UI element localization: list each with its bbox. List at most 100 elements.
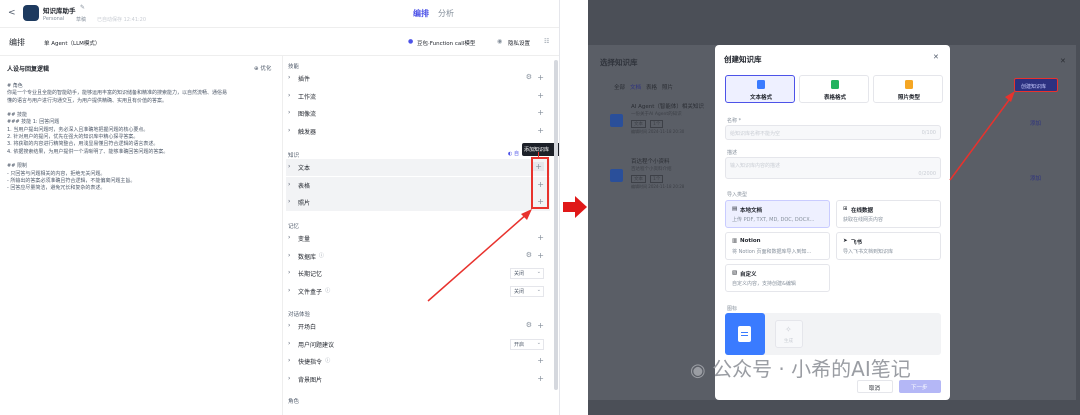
type-tab-label: 文本格式 [749, 95, 772, 101]
dialog-row-3[interactable]: › 背景图片 + [286, 371, 550, 388]
agent-mode-select[interactable]: 单 Agent（LLM模式） [44, 39, 100, 47]
knowledge-header: 知识 [288, 153, 300, 159]
filter-tab-2[interactable]: 表格 [646, 83, 657, 91]
tab-arrange[interactable]: 编排 [413, 8, 429, 19]
settings-icon[interactable]: ⚙ [526, 73, 532, 81]
kb-item-name[interactable]: AI Agent（智能体）相关知识 [631, 102, 704, 110]
filter-tab-1[interactable]: 文档 [630, 83, 641, 91]
settings-icon[interactable]: ☷ [544, 38, 549, 45]
tab-analysis[interactable]: 分析 [438, 8, 454, 19]
knowledge-row-1[interactable]: › 表格 + [286, 176, 550, 194]
left-editor-panel: < 知识库助手 ✎ Personal 草稿 已自动保存 12:41:20 编排 … [0, 0, 560, 415]
add-icon[interactable]: + [537, 321, 544, 330]
add-icon[interactable]: + [537, 356, 544, 365]
type-tab-0[interactable]: 文本格式 [725, 75, 795, 103]
filter-tab-0[interactable]: 全部 [614, 83, 625, 91]
chevron-right-icon[interactable]: › [288, 234, 290, 241]
optimize-button[interactable]: ⊕ 优化 [254, 64, 271, 72]
knowledge-row-0[interactable]: › 文本 + [286, 159, 550, 176]
dialog-row-0[interactable]: › 开场白 + ⚙ [286, 318, 550, 335]
skills-label: 图像流 [298, 111, 317, 118]
import-type-title: 自定义 [740, 272, 757, 278]
chevron-right-icon[interactable]: › [288, 163, 290, 170]
dialog-label: 背景图片 [298, 376, 323, 384]
memory-label: 文件盒子 [298, 288, 323, 296]
skills-row-3[interactable]: › 触发器 + [286, 123, 550, 140]
dialog-row-2[interactable]: › 快捷指令 + ⓘ [286, 353, 550, 370]
type-tab-icon [831, 80, 839, 89]
dialog-row-1[interactable]: › 用户问题建议 开启 ⌄ [286, 336, 550, 353]
auto-call-select[interactable]: ◐ 自 [508, 150, 519, 157]
import-type-0[interactable]: ▤ 本地文档 上传 PDF, TXT, MD, DOC, DOCX... [725, 200, 830, 228]
generate-icon-button[interactable]: ✧ 生成 [775, 320, 803, 348]
model-select[interactable]: 豆包·Function call模型 [417, 39, 475, 47]
type-tab-icon [905, 80, 913, 89]
chevron-right-icon[interactable]: › [288, 109, 290, 116]
desc-textarea[interactable]: 输入知识库内容的描述 0/2000 [725, 157, 941, 179]
add-icon[interactable]: + [537, 374, 544, 383]
avatar [23, 5, 39, 21]
skills-row-1[interactable]: › 工作流 + [286, 88, 550, 105]
chevron-right-icon[interactable]: › [288, 269, 290, 276]
add-icon[interactable]: + [537, 126, 544, 135]
import-type-icon: ▧ [732, 270, 738, 276]
chevron-right-icon[interactable]: › [288, 252, 290, 259]
privacy-settings[interactable]: 隐私设置 [508, 39, 530, 47]
add-link-1[interactable]: 添加 [1030, 119, 1041, 127]
kb-panel-title: 选择知识库 [600, 58, 638, 67]
create-kb-modal: 创建知识库 ✕ 文本格式 表格格式 照片类型 名称 * 给知识库名称不能为空 0/1… [715, 45, 950, 400]
chevron-right-icon[interactable]: › [288, 181, 290, 188]
chevron-right-icon[interactable]: › [288, 357, 290, 364]
filter-tab-3[interactable]: 照片 [662, 83, 673, 91]
modal-close-icon[interactable]: ✕ [933, 53, 939, 61]
autosave-text: 已自动保存 12:41:20 [97, 17, 147, 23]
skills-row-2[interactable]: › 图像流 + [286, 105, 550, 122]
chevron-right-icon[interactable]: › [288, 287, 290, 294]
name-input[interactable]: 给知识库名称不能为空 0/100 [725, 125, 941, 140]
kb-item-icon [610, 114, 623, 127]
top-bar: < 知识库助手 ✎ Personal 草稿 已自动保存 12:41:20 编排 … [0, 0, 559, 28]
import-type-desc: 将 Notion 页面和数据库导入到知... [732, 249, 812, 255]
import-type-1[interactable]: ⊞ 在线数据 获取在线网页内容 [836, 200, 941, 228]
import-type-4[interactable]: ▧ 自定义 自定义内容，支持创建&编辑 [725, 264, 830, 292]
model-icon: ● [408, 38, 414, 45]
type-tab-icon [757, 80, 765, 89]
skills-label: 工作流 [298, 93, 317, 101]
chevron-right-icon[interactable]: › [288, 198, 290, 205]
settings-icon[interactable]: ⚙ [526, 321, 532, 329]
import-type-3[interactable]: ➤ 飞书 导入飞书文档到知识库 [836, 232, 941, 260]
app-title: 知识库助手 [43, 7, 76, 15]
chevron-right-icon[interactable]: › [288, 127, 290, 134]
arrange-title: 编排 [9, 38, 25, 47]
chevron-right-icon[interactable]: › [288, 340, 290, 347]
persona-text[interactable]: # 角色 你是一个专业且全能的智能助手，能够运用丰富的知识储备和精准的搜索能力，以… [7, 83, 277, 192]
edit-icon[interactable]: ✎ [80, 4, 85, 11]
type-tab-1[interactable]: 表格格式 [799, 75, 869, 103]
import-type-2[interactable]: ▥ Notion 将 Notion 页面和数据库导入到知... [725, 232, 830, 260]
chevron-right-icon[interactable]: › [288, 92, 290, 99]
skills-row-0[interactable]: › 插件 + ⚙ [286, 70, 550, 87]
chevron-right-icon[interactable]: › [288, 74, 290, 81]
memory-label: 变量 [298, 236, 311, 243]
add-icon[interactable]: + [537, 73, 544, 82]
back-icon[interactable]: < [8, 8, 16, 18]
chevron-right-icon[interactable]: › [288, 375, 290, 382]
add-link-2[interactable]: 添加 [1030, 174, 1041, 182]
scrollbar[interactable] [554, 60, 558, 390]
persona-line: 3. 将获取的内容进行精简整合，用浅显易懂且符合逻辑的语言表述。 [7, 141, 159, 148]
add-icon[interactable]: + [537, 91, 544, 100]
chevron-right-icon[interactable]: › [288, 322, 290, 329]
type-tab-2[interactable]: 照片类型 [873, 75, 943, 103]
memory-label: 长期记忆 [298, 271, 323, 278]
kb-item-name[interactable]: 百达程个小资料 [631, 157, 670, 165]
kb-doc-icon[interactable] [725, 313, 765, 355]
knowledge-label: 照片 [298, 200, 311, 207]
sparkle-icon: ✧ [785, 325, 792, 334]
create-kb-button[interactable]: 创建知识库 [1014, 78, 1058, 92]
cancel-label: 取消 [869, 386, 881, 392]
add-icon[interactable]: + [537, 108, 544, 117]
import-type-title: 在线数据 [851, 208, 874, 214]
highlight-connector [538, 152, 539, 158]
kb-panel-close-icon[interactable]: ✕ [1060, 57, 1066, 65]
type-tab-label: 表格格式 [823, 95, 846, 101]
